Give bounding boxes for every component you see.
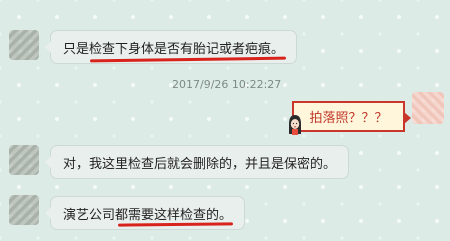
message-text-4: 演艺公司都需要这样检查的。 [63,207,233,223]
message-bubble-3: 对，我这里检查后就会删除的，并且是保密的。 [44,146,349,178]
contact-avatar-icon[interactable] [9,30,39,60]
message-text-1: 只是检查下身体是否有胎记或者疤痕。 [63,41,285,57]
contact-avatar-icon[interactable] [9,195,39,225]
woman-face-icon [289,115,301,135]
message-text-3: 对，我这里检查后就会删除的，并且是保密的。 [63,156,337,172]
sent-message-text: 拍落照？？？ [309,111,388,126]
user-avatar-icon[interactable] [412,92,444,124]
message-timestamp: 2017/9/26 10:22:27 [172,78,282,91]
contact-avatar-icon[interactable] [9,145,39,175]
sent-message-bubble: 拍落照？？？ [292,101,411,132]
